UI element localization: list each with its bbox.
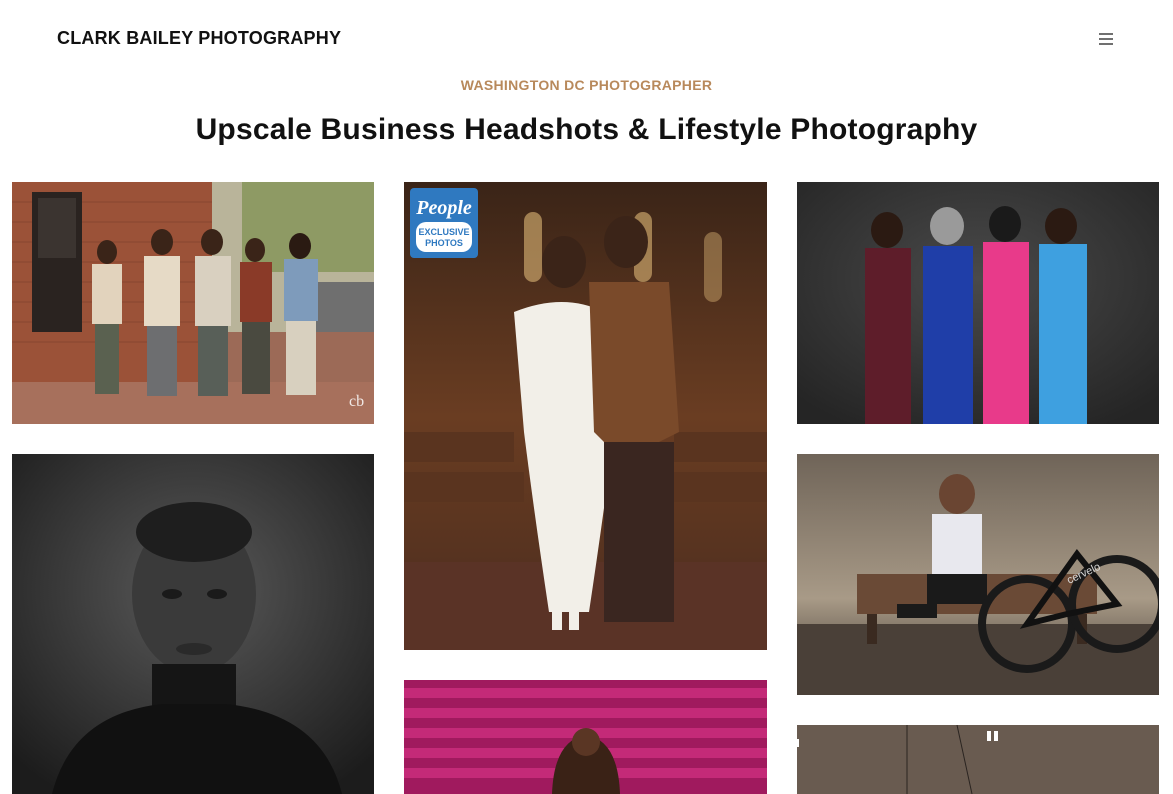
hamburger-menu-icon[interactable] [1096,31,1116,47]
gallery-photo-teen-headshot[interactable] [12,454,374,794]
hero-eyebrow: WASHINGTON DC PHOTOGRAPHER [460,77,713,93]
photographer-watermark: cb [349,393,364,410]
site-header: CLARK BAILEY PHOTOGRAPHY [0,0,1173,78]
svg-text:People: People [415,197,472,219]
svg-text:PHOTOS: PHOTOS [425,238,463,248]
gallery-photo-pink-backdrop[interactable] [404,680,767,794]
gallery-photo-maternity-church[interactable]: People EXCLUSIVE PHOTOS [404,182,767,650]
svg-text:EXCLUSIVE: EXCLUSIVE [418,227,469,237]
gallery-photo-studio-interior[interactable] [797,725,1159,794]
site-logo-link[interactable]: CLARK BAILEY PHOTOGRAPHY [57,28,341,49]
gallery-photo-four-women[interactable] [797,182,1159,424]
gallery-photo-family-street[interactable]: cb [12,182,374,424]
gallery-photo-cyclist[interactable]: cervelo [797,454,1159,695]
page-title: Upscale Business Headshots & Lifestyle P… [195,113,978,146]
